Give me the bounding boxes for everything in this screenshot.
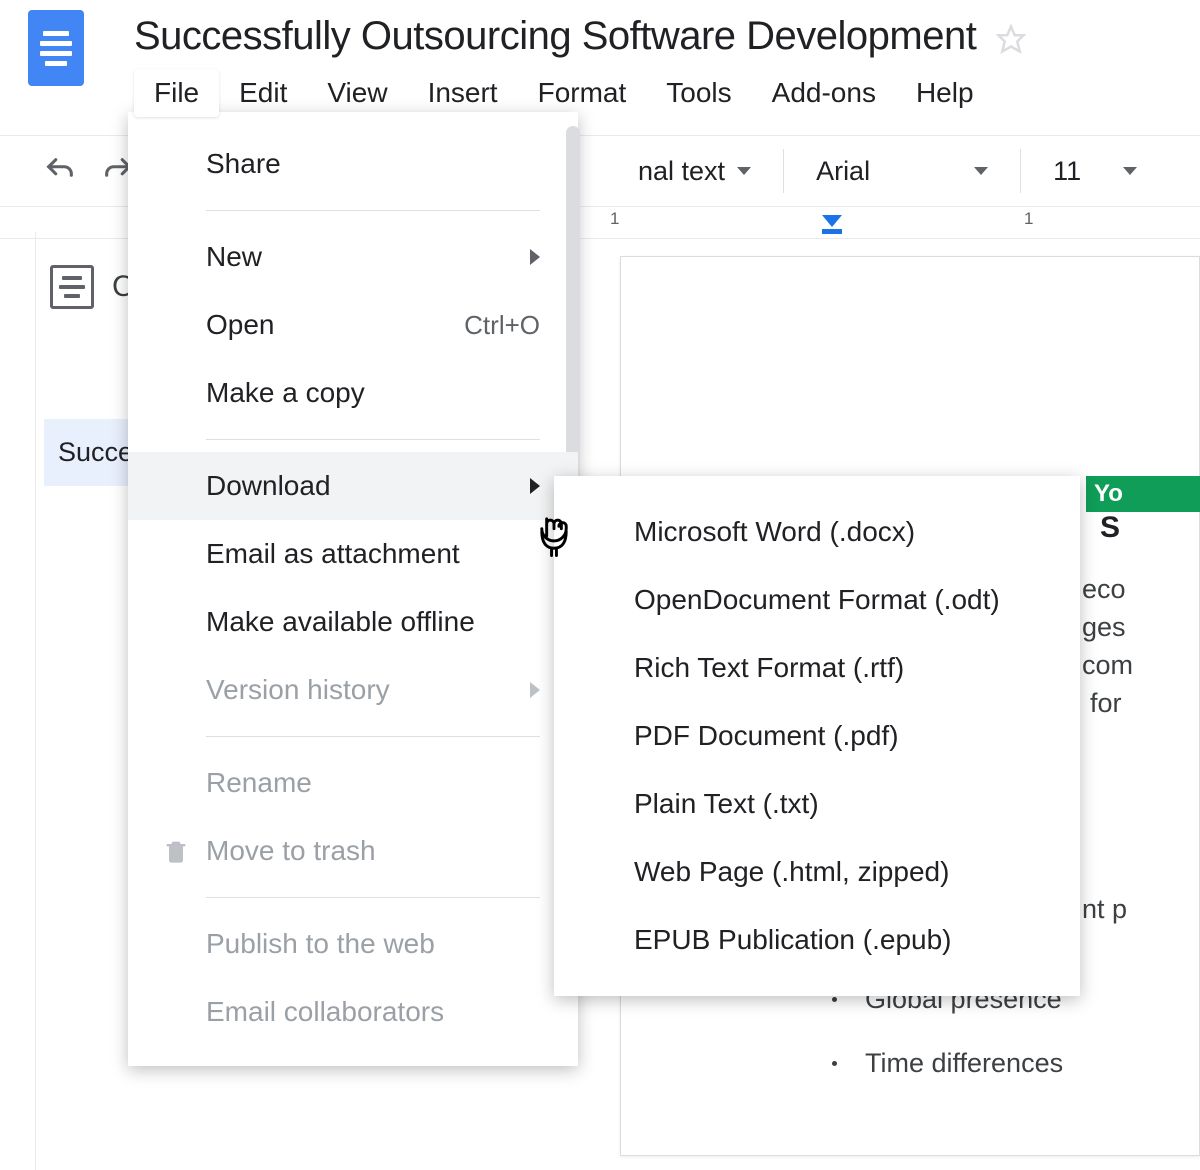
indent-marker-icon[interactable]: [822, 215, 842, 234]
menu-format[interactable]: Format: [518, 69, 647, 117]
menu-item-label: New: [206, 241, 262, 273]
menu-edit[interactable]: Edit: [219, 69, 307, 117]
body-text: for: [1090, 688, 1200, 719]
menu-item-new[interactable]: New: [128, 223, 578, 291]
font-family-dropdown[interactable]: Arial: [802, 156, 1002, 187]
undo-button[interactable]: [40, 151, 80, 191]
track-changes-badge: Yo: [1086, 476, 1200, 512]
menu-item-version-history[interactable]: Version history: [128, 656, 578, 724]
bullet-icon: [832, 997, 837, 1002]
menu-item-publish-to-web[interactable]: Publish to the web: [128, 910, 578, 978]
font-size-label: 11: [1053, 156, 1081, 187]
paragraph-style-label: nal text: [638, 156, 725, 187]
ruler-number: 1: [1024, 209, 1033, 229]
chevron-down-icon: [1123, 167, 1137, 175]
submenu-item-label: PDF Document (.pdf): [634, 720, 899, 752]
separator: [206, 210, 540, 211]
body-text: com: [1082, 650, 1200, 681]
ruler-number: 1: [610, 209, 619, 229]
menu-item-label: Publish to the web: [206, 928, 435, 960]
menu-insert[interactable]: Insert: [408, 69, 518, 117]
menu-help[interactable]: Help: [896, 69, 994, 117]
separator: [206, 736, 540, 737]
separator: [1020, 149, 1021, 193]
submenu-item-epub[interactable]: EPUB Publication (.epub): [554, 906, 1080, 974]
submenu-arrow-icon: [530, 249, 540, 265]
submenu-item-docx[interactable]: Microsoft Word (.docx): [554, 498, 1080, 566]
menubar: File Edit View Insert Format Tools Add-o…: [134, 69, 1180, 117]
submenu-item-label: Rich Text Format (.rtf): [634, 652, 904, 684]
menu-item-label: Rename: [206, 767, 312, 799]
menu-item-label: Email as attachment: [206, 538, 460, 570]
menu-item-label: Make a copy: [206, 377, 365, 409]
menu-item-share[interactable]: Share: [128, 130, 578, 198]
app-header: Successfully Outsourcing Software Develo…: [0, 0, 1200, 117]
submenu-item-rtf[interactable]: Rich Text Format (.rtf): [554, 634, 1080, 702]
chevron-down-icon: [737, 167, 751, 175]
submenu-item-pdf[interactable]: PDF Document (.pdf): [554, 702, 1080, 770]
menu-item-open[interactable]: Open Ctrl+O: [128, 291, 578, 359]
outline-toggle-icon[interactable]: [50, 265, 94, 309]
mouse-cursor-icon: [534, 514, 574, 563]
submenu-item-label: Plain Text (.txt): [634, 788, 819, 820]
separator: [206, 897, 540, 898]
menu-item-rename[interactable]: Rename: [128, 749, 578, 817]
list-item: Time differences: [832, 1048, 1063, 1079]
menu-item-label: Make available offline: [206, 606, 475, 638]
trash-icon: [162, 837, 190, 865]
submenu-item-html[interactable]: Web Page (.html, zipped): [554, 838, 1080, 906]
menu-view[interactable]: View: [307, 69, 407, 117]
font-family-label: Arial: [816, 156, 870, 187]
star-icon[interactable]: [996, 24, 1026, 54]
submenu-arrow-icon: [530, 478, 540, 494]
submenu-item-label: EPUB Publication (.epub): [634, 924, 952, 956]
chevron-down-icon: [974, 167, 988, 175]
menu-item-label: Download: [206, 470, 331, 502]
download-submenu: Microsoft Word (.docx) OpenDocument Form…: [554, 476, 1080, 996]
menu-item-label: Move to trash: [206, 835, 376, 867]
menu-shortcut: Ctrl+O: [464, 310, 540, 341]
body-text: ges: [1082, 612, 1200, 643]
menu-file[interactable]: File: [134, 69, 219, 117]
menu-item-label: Version history: [206, 674, 390, 706]
submenu-item-txt[interactable]: Plain Text (.txt): [554, 770, 1080, 838]
vertical-ruler[interactable]: [0, 232, 36, 1170]
menu-item-label: Email collaborators: [206, 996, 444, 1028]
menu-tools[interactable]: Tools: [646, 69, 751, 117]
submenu-arrow-icon: [530, 682, 540, 698]
menu-item-label: Open: [206, 309, 275, 341]
body-text: S: [1100, 511, 1200, 545]
menu-item-make-available-offline[interactable]: Make available offline: [128, 588, 578, 656]
submenu-item-label: OpenDocument Format (.odt): [634, 584, 1000, 616]
google-docs-logo-icon[interactable]: [28, 10, 84, 86]
menu-item-label: Share: [206, 148, 281, 180]
submenu-item-label: Microsoft Word (.docx): [634, 516, 915, 548]
file-menu-dropdown: Share New Open Ctrl+O Make a copy Downlo…: [128, 112, 578, 1066]
menu-addons[interactable]: Add-ons: [752, 69, 896, 117]
bullet-icon: [832, 1061, 837, 1066]
paragraph-style-dropdown[interactable]: nal text: [624, 156, 765, 187]
font-size-dropdown[interactable]: 11: [1039, 156, 1151, 187]
separator: [206, 439, 540, 440]
menu-item-download[interactable]: Download: [128, 452, 578, 520]
body-text: nt p: [1082, 894, 1200, 925]
menu-item-make-a-copy[interactable]: Make a copy: [128, 359, 578, 427]
body-text: Time differences: [865, 1048, 1063, 1079]
document-title[interactable]: Successfully Outsourcing Software Develo…: [134, 10, 976, 67]
separator: [783, 149, 784, 193]
body-text: eco: [1082, 574, 1200, 605]
menu-item-email-attachment[interactable]: Email as attachment: [128, 520, 578, 588]
menu-item-email-collaborators[interactable]: Email collaborators: [128, 978, 578, 1046]
submenu-item-label: Web Page (.html, zipped): [634, 856, 949, 888]
submenu-item-odt[interactable]: OpenDocument Format (.odt): [554, 566, 1080, 634]
menu-item-move-to-trash[interactable]: Move to trash: [128, 817, 578, 885]
